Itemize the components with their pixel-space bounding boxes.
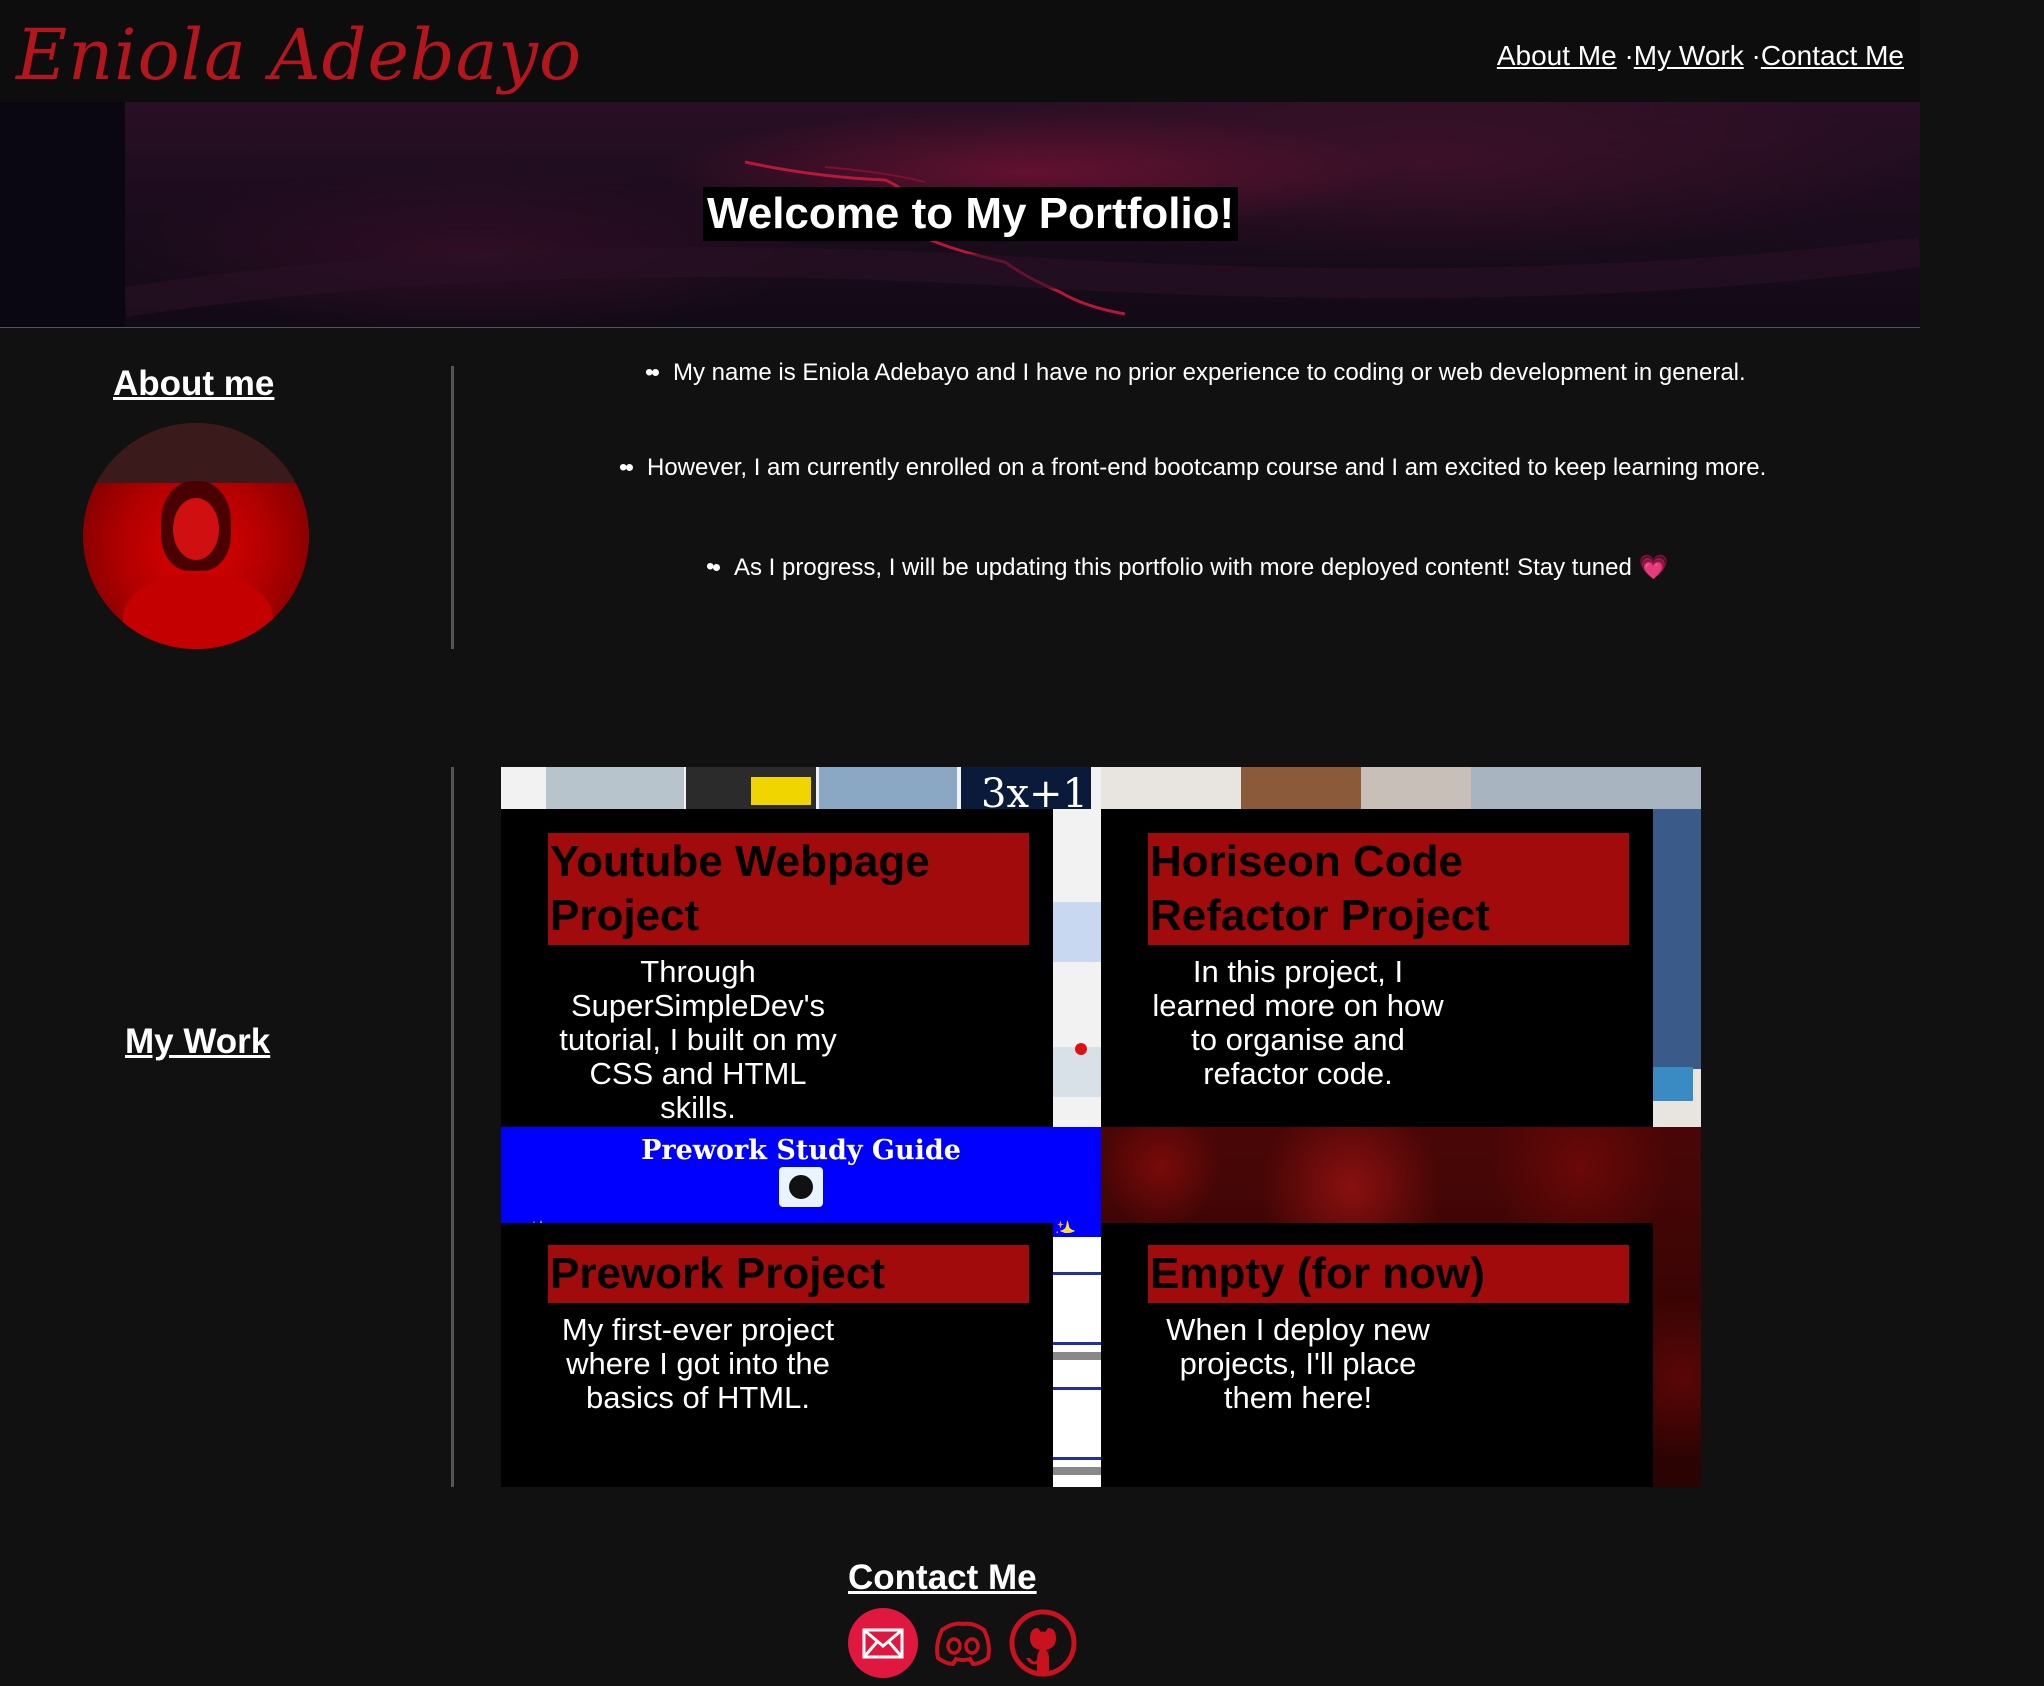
section-divider (451, 767, 454, 1487)
project-card-body: Horiseon Code Refactor Project In this p… (1101, 809, 1653, 1127)
site-header: Eniola Adebayo About Me ·My Work ·Contac… (0, 0, 1920, 102)
project-title[interactable]: Prework Project (548, 1245, 1029, 1303)
hero-title: Welcome to My Portfolio! (703, 187, 1239, 241)
project-description: Through SuperSimpleDev's tutorial, I bui… (548, 953, 848, 1127)
project-card-horiseon[interactable]: Horiseon Code Refactor Project In this p… (1101, 767, 1701, 1127)
contact-heading: Contact Me (848, 1558, 1037, 1597)
nav-work-link[interactable]: My Work (1634, 40, 1744, 71)
profile-avatar (83, 423, 309, 649)
main-nav: About Me ·My Work ·Contact Me (1497, 40, 1904, 72)
email-icon[interactable] (848, 1608, 918, 1678)
project-title[interactable]: Empty (for now) (1148, 1245, 1629, 1303)
nav-contact-link[interactable]: Contact Me (1761, 40, 1904, 71)
about-item: However, I am currently enrolled on a fr… (619, 454, 1766, 482)
project-card-body: Prework Project My first-ever project wh… (501, 1223, 1053, 1487)
project-title[interactable]: Youtube Webpage Project (548, 833, 1029, 945)
github-cat-icon (779, 1167, 823, 1207)
work-heading: My Work (125, 1022, 271, 1061)
project-description: In this project, I learned more on how t… (1148, 953, 1448, 1103)
project-description: My first-ever project where I got into t… (548, 1311, 848, 1461)
hero-banner: Welcome to My Portfolio! (0, 102, 1920, 328)
nav-about-link[interactable]: About Me (1497, 40, 1617, 71)
project-card-youtube[interactable]: 3x+1 Youtube Webpage Project Through Sup… (501, 767, 1101, 1127)
nav-separator: · (1616, 40, 1634, 71)
project-card-empty[interactable]: Empty (for now) When I deploy new projec… (1101, 1127, 1701, 1487)
prework-preview-title: Prework Study Guide (641, 1135, 961, 1166)
site-logo: Eniola Adebayo (16, 14, 583, 96)
discord-icon[interactable] (928, 1608, 998, 1678)
about-item: As I progress, I will be updating this p… (706, 553, 1668, 582)
contact-icons (848, 1608, 1078, 1678)
project-card-body: Youtube Webpage Project Through SuperSim… (501, 809, 1053, 1127)
about-item: My name is Eniola Adebayo and I have no … (645, 359, 1746, 387)
project-title[interactable]: Horiseon Code Refactor Project (1148, 833, 1629, 945)
project-card-body: Empty (for now) When I deploy new projec… (1101, 1223, 1653, 1487)
section-divider (451, 366, 454, 649)
nav-separator: · (1743, 40, 1761, 71)
project-grid: 3x+1 Youtube Webpage Project Through Sup… (501, 767, 1701, 1487)
project-card-prework[interactable]: Prework Study Guide ✨ Open the Console t… (501, 1127, 1101, 1487)
about-heading: About me (113, 364, 275, 403)
github-icon[interactable] (1008, 1608, 1078, 1678)
project-description: When I deploy new projects, I'll place t… (1148, 1311, 1448, 1461)
